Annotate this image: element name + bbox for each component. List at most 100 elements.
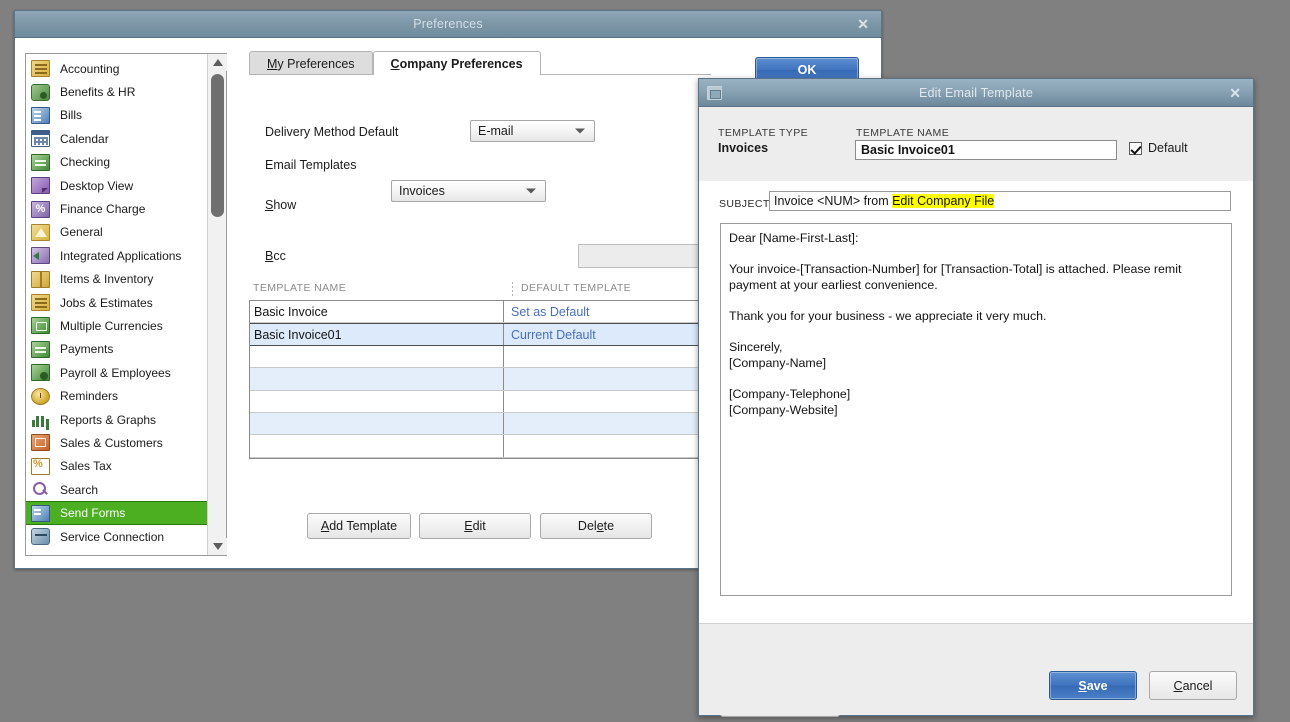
sidebar-item-desktop-view[interactable]: Desktop View xyxy=(26,174,207,197)
sidebar-item-benefits-hr[interactable]: Benefits & HR xyxy=(26,80,207,103)
sidebar-item-label: Reminders xyxy=(60,389,119,404)
sidebar-item-jobs-estimates[interactable]: Jobs & Estimates xyxy=(26,291,207,314)
sidebar-item-label: Send Forms xyxy=(60,506,126,521)
template-table[interactable]: Basic Invoice Set as Default Basic Invoice… xyxy=(249,300,709,459)
preferences-tabs: My Preferences Company Preferences xyxy=(249,50,541,75)
close-icon[interactable]: ✕ xyxy=(857,17,869,31)
checkbox-checked-icon xyxy=(1129,141,1142,155)
sidebar-item-payroll-employees[interactable]: Payroll & Employees xyxy=(26,361,207,384)
bcc-label: Bcc xyxy=(265,249,286,263)
sidebar-item-send-forms[interactable]: Send Forms xyxy=(26,501,207,525)
sidebar-item-reports-graphs[interactable]: Reports & Graphs xyxy=(26,408,207,431)
edit-email-template-body-area: SUBJECT Invoice <NUM> from Edit Company … xyxy=(699,181,1253,717)
sidebar-item-multiple-currencies[interactable]: Multiple Currencies xyxy=(26,314,207,337)
show-dropdown[interactable]: Invoices xyxy=(391,180,546,202)
cell-default-template xyxy=(504,413,708,434)
email-body-textarea[interactable]: Dear [Name-First-Last]: Your invoice-[Tr… xyxy=(720,223,1232,596)
sidebar-item-sales-tax[interactable]: Sales Tax xyxy=(26,455,207,478)
tab-my-preferences[interactable]: My Preferences xyxy=(249,51,373,75)
edit-email-template-window: Edit Email Template ✕ TEMPLATE TYPE Invo… xyxy=(698,78,1254,717)
sidebar-item-checking[interactable]: Checking xyxy=(26,151,207,174)
sidebar-item-label: Integrated Applications xyxy=(60,248,182,263)
chevron-down-icon xyxy=(575,128,585,134)
sidebar-item-accounting[interactable]: Accounting xyxy=(26,57,207,80)
subject-input[interactable]: Invoice <NUM> from Edit Company File xyxy=(769,191,1231,211)
show-value: Invoices xyxy=(399,184,445,198)
sidebar-item-bills[interactable]: Bills xyxy=(26,104,207,127)
tab-my-preferences-label: y Preferences xyxy=(277,56,355,71)
sidebar-item-label: Payments xyxy=(60,342,114,357)
scroll-up-icon[interactable] xyxy=(208,54,227,71)
bills-icon xyxy=(31,106,50,124)
save-button[interactable]: Save xyxy=(1049,671,1137,700)
cancel-button[interactable]: Cancel xyxy=(1149,671,1237,700)
add-template-mnemonic: A xyxy=(320,519,330,533)
edit-email-template-title: Edit Email Template xyxy=(918,85,1034,100)
accounting-icon xyxy=(31,60,50,78)
table-row[interactable] xyxy=(250,412,708,436)
sidebar-item-search[interactable]: Search xyxy=(26,478,207,501)
sidebar-scrollbar[interactable] xyxy=(207,54,227,555)
sidebar-item-label: Service Connection xyxy=(60,529,165,544)
sidebar-item-finance-charge[interactable]: % Finance Charge xyxy=(26,197,207,220)
scrollbar-thumb[interactable] xyxy=(211,74,224,217)
jobs-estimates-icon xyxy=(31,294,50,312)
bcc-mnemonic: B xyxy=(265,249,274,263)
delete-mnemonic: e xyxy=(596,519,604,533)
items-inventory-icon xyxy=(31,270,50,288)
show-label: Show xyxy=(265,198,297,212)
preferences-title: Preferences xyxy=(413,17,483,31)
delete-button[interactable]: Delete xyxy=(540,513,652,539)
tab-my-preferences-mnemonic: M xyxy=(267,56,278,71)
sidebar-item-sales-customers[interactable]: Sales & Customers xyxy=(26,431,207,454)
table-row[interactable] xyxy=(250,390,708,413)
table-row[interactable] xyxy=(250,345,708,369)
column-divider xyxy=(512,282,513,296)
multiple-currencies-icon xyxy=(31,317,50,335)
preferences-titlebar: Preferences ✕ xyxy=(15,11,881,38)
cell-default-template[interactable]: Current Default xyxy=(504,324,708,344)
chevron-down-icon xyxy=(526,188,536,194)
sidebar-item-label: Desktop View xyxy=(60,178,134,193)
table-row[interactable] xyxy=(250,368,708,391)
cell-default-template[interactable]: Set as Default xyxy=(504,301,708,322)
default-checkbox[interactable]: Default xyxy=(1129,141,1188,155)
sidebar-item-items-inventory[interactable]: Items & Inventory xyxy=(26,268,207,291)
sidebar-item-general[interactable]: General xyxy=(26,221,207,244)
cancel-mnemonic: C xyxy=(1173,678,1183,693)
column-default-template: DEFAULT TEMPLATE xyxy=(521,282,632,294)
cell-template-name: Basic Invoice01 xyxy=(250,324,504,345)
close-icon[interactable]: ✕ xyxy=(1229,86,1241,100)
column-template-name: TEMPLATE NAME xyxy=(253,282,347,294)
preferences-sidebar: Accounting Benefits & HR Bills Calendar Chec… xyxy=(25,53,227,556)
sidebar-item-calendar[interactable]: Calendar xyxy=(26,127,207,150)
sidebar-item-label: Accounting xyxy=(60,61,120,76)
sidebar-item-reminders[interactable]: Reminders xyxy=(26,384,207,407)
sidebar-item-list[interactable]: Accounting Benefits & HR Bills Calendar Chec… xyxy=(26,54,207,555)
default-checkbox-label: Default xyxy=(1148,141,1188,155)
restore-window-icon[interactable] xyxy=(707,85,722,100)
email-templates-label: Email Templates xyxy=(265,158,357,172)
scroll-down-icon[interactable] xyxy=(208,538,227,555)
sidebar-item-label: General xyxy=(60,225,103,240)
subject-prefix: Invoice <NUM> from xyxy=(774,194,893,208)
subject-label: SUBJECT xyxy=(719,198,770,210)
sidebar-item-service-connection[interactable]: Service Connection xyxy=(26,525,207,548)
table-row[interactable] xyxy=(250,435,708,458)
edit-button[interactable]: Edit xyxy=(419,513,531,539)
sidebar-item-payments[interactable]: Payments xyxy=(26,338,207,361)
template-name-input[interactable]: Basic Invoice01 xyxy=(855,140,1117,160)
template-type-caption: TEMPLATE TYPE xyxy=(718,127,808,139)
delivery-method-dropdown[interactable]: E-mail xyxy=(470,120,595,142)
sales-tax-icon xyxy=(31,457,50,475)
save-mnemonic: S xyxy=(1078,678,1087,693)
delivery-method-value: E-mail xyxy=(478,124,514,138)
calendar-icon xyxy=(31,130,50,148)
add-template-button[interactable]: Add Template xyxy=(307,513,411,539)
table-row[interactable]: Basic Invoice Set as Default xyxy=(250,301,708,324)
sidebar-item-label: Multiple Currencies xyxy=(60,318,163,333)
tab-company-preferences-mnemonic: C xyxy=(390,56,400,71)
sidebar-item-integrated-applications[interactable]: Integrated Applications xyxy=(26,244,207,267)
tab-company-preferences[interactable]: Company Preferences xyxy=(372,51,541,75)
table-row[interactable]: Basic Invoice01 Current Default xyxy=(250,323,708,346)
